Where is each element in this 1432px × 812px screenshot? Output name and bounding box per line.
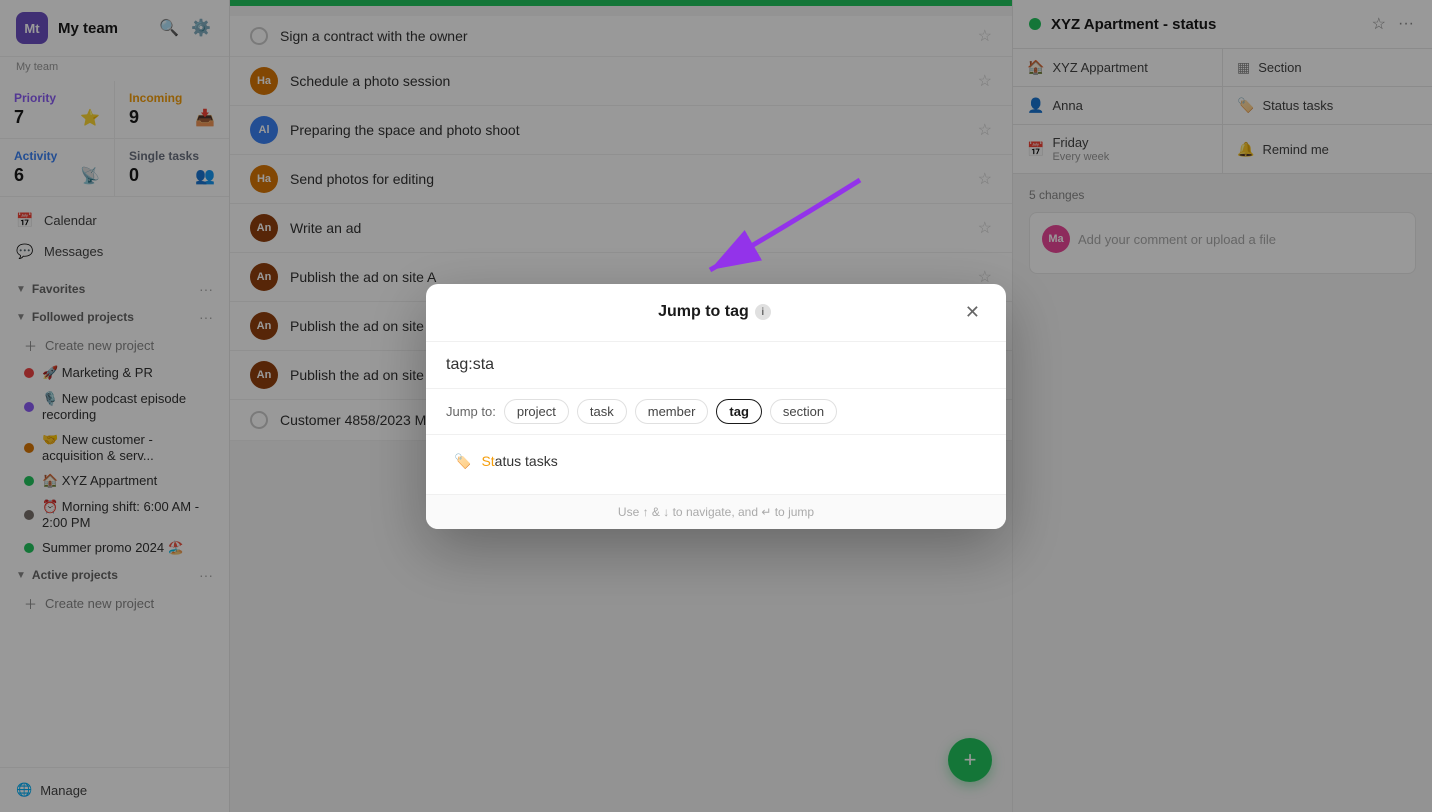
- modal-jumpto-row: Jump to: project task member tag section: [426, 389, 1006, 435]
- modal-title: Jump to tag i: [658, 303, 771, 321]
- arrow-annotation: [680, 170, 880, 295]
- jump-to-tag-modal: Jump to tag i ✕ Jump to: project task me…: [426, 284, 1006, 529]
- chip-project[interactable]: project: [504, 399, 569, 424]
- result-item[interactable]: 🏷️ Status tasks: [446, 443, 986, 480]
- chip-member[interactable]: member: [635, 399, 709, 424]
- modal-overlay[interactable]: Jump to tag i ✕ Jump to: project task me…: [0, 0, 1432, 812]
- result-text: Status tasks: [481, 453, 557, 469]
- search-input[interactable]: [446, 356, 986, 374]
- modal-search-area: [426, 342, 1006, 389]
- jumpto-label: Jump to:: [446, 404, 496, 419]
- chip-tag[interactable]: tag: [716, 399, 762, 424]
- modal-footer-text: Use ↑ & ↓ to navigate, and ↵ to jump: [446, 505, 986, 519]
- modal-results: 🏷️ Status tasks: [426, 435, 1006, 494]
- modal-close-button[interactable]: ✕: [959, 300, 986, 325]
- result-rest: atus tasks: [495, 453, 558, 469]
- info-icon: i: [755, 304, 771, 320]
- chip-section[interactable]: section: [770, 399, 837, 424]
- chip-task[interactable]: task: [577, 399, 627, 424]
- result-highlight: St: [481, 453, 494, 469]
- modal-footer: Use ↑ & ↓ to navigate, and ↵ to jump: [426, 494, 1006, 529]
- modal-header: Jump to tag i ✕: [426, 284, 1006, 342]
- result-tag-icon: 🏷️: [454, 453, 471, 470]
